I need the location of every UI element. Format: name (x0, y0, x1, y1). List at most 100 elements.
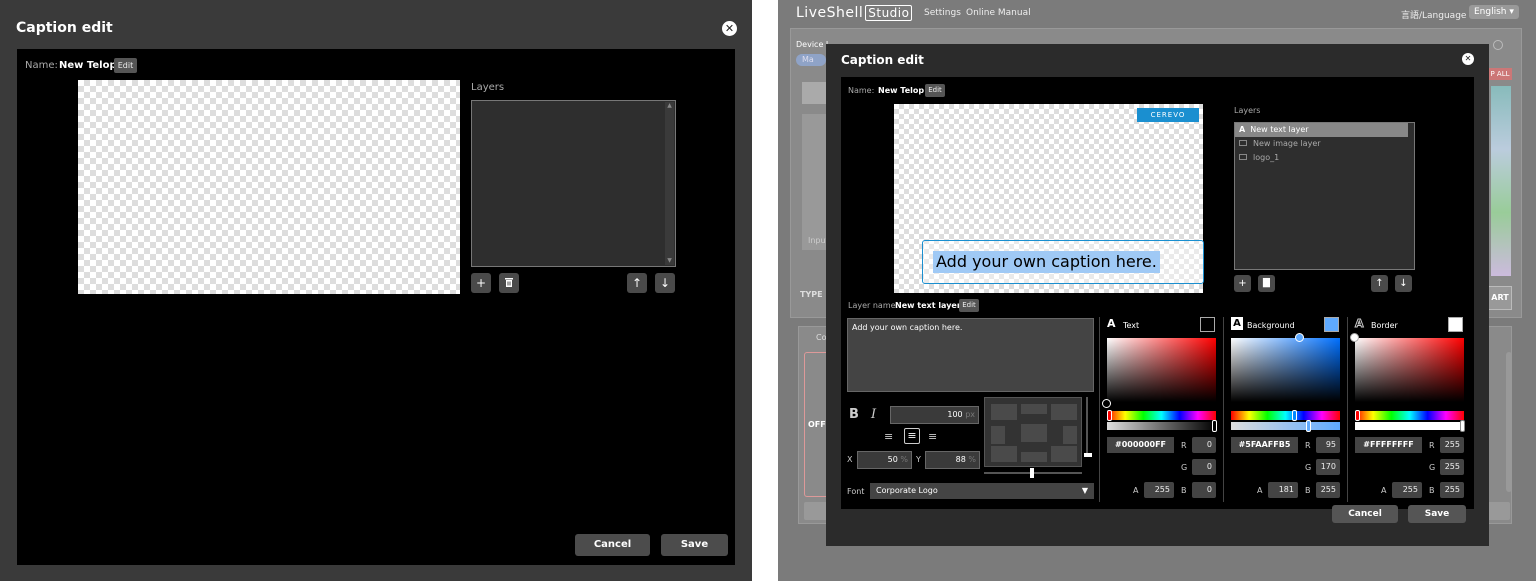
text-alpha-slider[interactable] (1107, 422, 1216, 430)
b-label: B (1305, 486, 1311, 495)
y-position-input[interactable]: 88 % (925, 451, 980, 469)
add-layer-button[interactable]: + (1234, 275, 1251, 292)
dropdown-arrow-icon: ▼ (1081, 486, 1088, 495)
alpha-handle[interactable] (1306, 420, 1311, 432)
text-color-icon: A (1107, 317, 1116, 330)
text-a-input[interactable]: 255 (1144, 482, 1174, 498)
slider-handle[interactable] (1084, 453, 1092, 457)
border-r-input[interactable]: 255 (1440, 437, 1464, 453)
align-center-icon[interactable]: ≡ (904, 428, 920, 444)
layers-list[interactable]: ▲ ▼ (471, 100, 676, 267)
text-hue-slider[interactable] (1107, 411, 1216, 420)
picker-handle[interactable] (1295, 333, 1304, 342)
border-alpha-slider[interactable] (1355, 422, 1464, 430)
text-color-picker[interactable] (1107, 338, 1216, 402)
background-hue-slider[interactable] (1231, 411, 1340, 420)
layers-list[interactable]: A New text layer New image layer logo_1 (1234, 122, 1415, 270)
arrow-down-icon: ↓ (659, 276, 671, 290)
dialog-body: Name: New Telop Edit Layers ▲ ▼ + ↑ ↓ Ca… (17, 49, 735, 565)
border-color-swatch[interactable] (1448, 317, 1463, 332)
a-label: A (1257, 486, 1263, 495)
align-left-icon[interactable]: ≡ (884, 430, 893, 443)
add-layer-button[interactable]: + (471, 273, 491, 293)
nav-online-manual[interactable]: Online Manual (966, 8, 1031, 18)
bold-icon[interactable]: B (849, 407, 859, 422)
language-label: 言語/Language (1401, 11, 1467, 21)
font-label: Font (847, 487, 865, 496)
caption-text-input[interactable]: Add your own caption here. (847, 318, 1094, 392)
cancel-button[interactable]: Cancel (1332, 505, 1398, 523)
save-button[interactable]: Save (1408, 505, 1466, 523)
hue-handle[interactable] (1107, 410, 1112, 421)
edit-name-button[interactable]: Edit (114, 58, 137, 73)
horizontal-slider[interactable] (984, 468, 1082, 478)
move-layer-down-button[interactable]: ↓ (655, 273, 675, 293)
preview-canvas[interactable]: CEREVO Add your own caption here. (894, 104, 1204, 293)
x-position-input[interactable]: 50 % (857, 451, 912, 469)
border-a-input[interactable]: 255 (1392, 482, 1422, 498)
save-button[interactable]: Save (661, 534, 728, 556)
border-hue-slider[interactable] (1355, 411, 1464, 420)
caption-frame[interactable]: Add your own caption here. (922, 240, 1204, 284)
move-layer-down-button[interactable]: ↓ (1395, 275, 1412, 292)
language-select[interactable]: English ▾ (1469, 5, 1519, 19)
border-b-input[interactable]: 255 (1440, 482, 1464, 498)
nav-settings[interactable]: Settings (924, 8, 961, 18)
stop-all-button[interactable]: P ALL (1488, 68, 1512, 80)
vertical-slider[interactable] (1084, 397, 1092, 457)
scroll-up-icon[interactable]: ▲ (665, 102, 674, 110)
start-button[interactable]: ART (1488, 286, 1512, 310)
edit-name-button[interactable]: Edit (925, 84, 945, 97)
layer-item[interactable]: logo_1 (1235, 151, 1414, 165)
background-color-picker[interactable] (1231, 338, 1340, 402)
text-hex-input[interactable]: #000000FF (1107, 437, 1174, 453)
move-layer-up-button[interactable]: ↑ (627, 273, 647, 293)
move-layer-up-button[interactable]: ↑ (1371, 275, 1388, 292)
alpha-handle[interactable] (1460, 420, 1465, 432)
border-g-input[interactable]: 255 (1440, 459, 1464, 475)
font-select[interactable]: Corporate Logo ▼ (870, 483, 1094, 499)
hue-handle[interactable] (1292, 410, 1297, 421)
dialog-title: Caption edit (841, 53, 924, 67)
picker-handle[interactable] (1102, 399, 1111, 408)
background-color-swatch[interactable] (1324, 317, 1339, 332)
hue-handle[interactable] (1355, 410, 1360, 421)
ma-badge[interactable]: Ma (796, 54, 826, 66)
alpha-handle[interactable] (1212, 420, 1217, 432)
text-r-input[interactable]: 0 (1192, 437, 1216, 453)
background-a-input[interactable]: 181 (1268, 482, 1298, 498)
layers-scrollbar[interactable]: ▲ ▼ (665, 102, 674, 265)
font-size-input[interactable]: 100 px (890, 406, 979, 424)
delete-layer-button[interactable] (499, 273, 519, 293)
cancel-button[interactable]: Cancel (575, 534, 650, 556)
background-alpha-slider[interactable] (1231, 422, 1340, 430)
delete-layer-button[interactable]: ▇ (1258, 275, 1275, 292)
text-color-swatch[interactable] (1200, 317, 1215, 332)
layer-item[interactable]: New image layer (1235, 137, 1414, 151)
background-b-input[interactable]: 255 (1316, 482, 1340, 498)
caption-text-preview[interactable]: Add your own caption here. (933, 251, 1160, 273)
close-icon[interactable]: ✕ (722, 21, 737, 36)
layer-name-label: Layer name: (848, 301, 899, 310)
italic-icon[interactable]: I (871, 407, 876, 422)
background-hex-input[interactable]: #5FAAFFB5 (1231, 437, 1298, 453)
layer-item[interactable]: A New text layer (1235, 123, 1408, 137)
slider-handle[interactable] (1030, 468, 1034, 478)
position-grid[interactable] (984, 397, 1082, 467)
text-b-input[interactable]: 0 (1192, 482, 1216, 498)
background-r-input[interactable]: 95 (1316, 437, 1340, 453)
background-g-input[interactable]: 170 (1316, 459, 1340, 475)
preview-canvas[interactable] (78, 80, 460, 294)
border-color-picker[interactable] (1355, 338, 1464, 402)
name-label: Name: (25, 60, 58, 71)
cerevo-logo[interactable]: CEREVO (1137, 108, 1199, 122)
picker-handle[interactable] (1350, 333, 1359, 342)
align-right-icon[interactable]: ≡ (928, 430, 937, 443)
edit-layer-name-button[interactable]: Edit (959, 299, 979, 312)
close-icon[interactable]: ✕ (1462, 53, 1474, 65)
border-hex-input[interactable]: #FFFFFFFF (1355, 437, 1422, 453)
text-g-input[interactable]: 0 (1192, 459, 1216, 475)
off-label: OFF (808, 420, 826, 429)
gear-icon[interactable] (1493, 40, 1503, 50)
scroll-down-icon[interactable]: ▼ (665, 257, 674, 265)
